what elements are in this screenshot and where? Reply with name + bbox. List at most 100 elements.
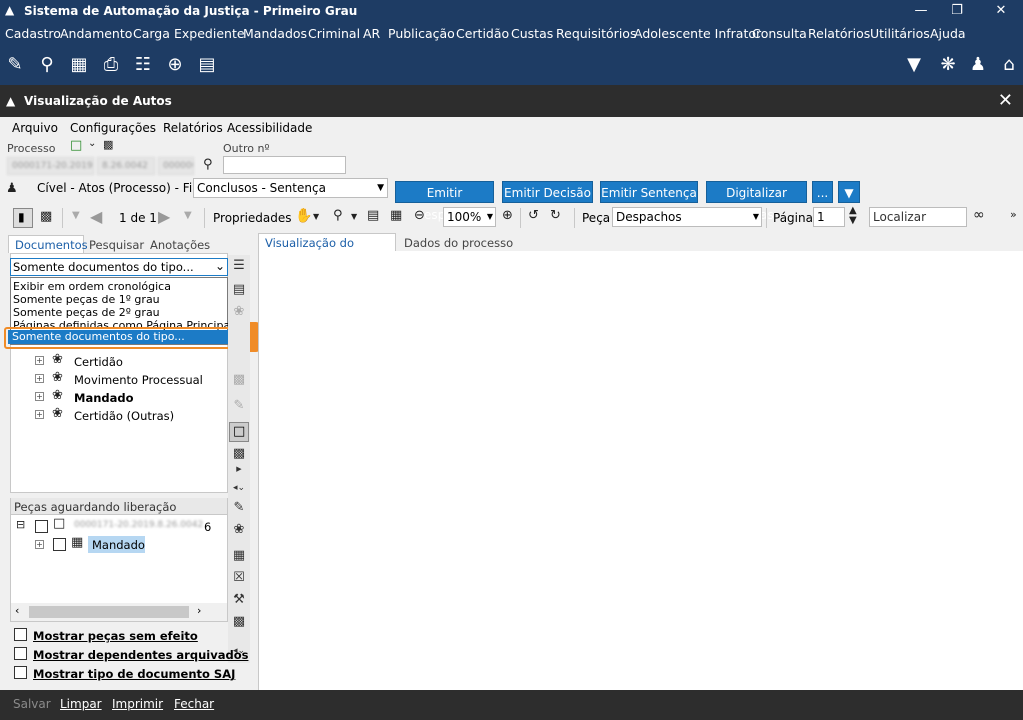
mostrar-sem-efeito-label[interactable]: Mostrar peças sem efeito (33, 629, 198, 643)
filter-option-somente-tipo[interactable]: Somente documentos do tipo... (8, 330, 228, 344)
new-document-icon[interactable]: □ (70, 138, 82, 153)
submenu-relatorios[interactable]: Relatórios (163, 121, 223, 135)
collapse-icon[interactable]: ⊟ (16, 518, 25, 531)
mostrar-arquivados-label[interactable]: Mostrar dependentes arquivados (33, 648, 248, 662)
fechar-button[interactable]: Fechar (174, 697, 214, 711)
gavel-icon[interactable]: ⚒ (230, 592, 248, 610)
expand-icon[interactable]: + (35, 392, 44, 401)
document-filter-select[interactable]: Somente documentos do tipo... ⌄ (10, 258, 228, 276)
tab-pesquisar[interactable]: Pesquisar (89, 238, 144, 252)
submenu-acessibilidade[interactable]: Acessibilidade (227, 121, 312, 135)
menu-criminal[interactable]: Criminal (308, 26, 360, 41)
seal-icon[interactable]: ❀ (230, 304, 248, 322)
tree-item-movimento[interactable]: Movimento Processual (74, 373, 203, 387)
menu-publicacao[interactable]: Publicação (388, 26, 455, 41)
pecas-root-checkbox[interactable] (35, 520, 48, 533)
restore-button[interactable]: ❐ (937, 1, 977, 21)
submenu-configuracoes[interactable]: Configurações (70, 121, 156, 135)
processo-foro-field[interactable]: 8.26.0042 (97, 157, 155, 175)
zoom-icon[interactable]: ⚲ (333, 208, 343, 223)
limpar-button[interactable]: Limpar (60, 697, 102, 711)
find-binoculars-icon[interactable]: ∞ (973, 207, 985, 223)
tree-item-certidao[interactable]: Certidão (74, 355, 123, 369)
calendar-icon[interactable]: ▦ (67, 53, 91, 77)
menu-utilitarios[interactable]: Utilitários (870, 26, 930, 41)
users-icon[interactable]: ♟ (966, 53, 990, 77)
menu-andamento[interactable]: Andamento (60, 26, 132, 41)
menu-relatorios[interactable]: Relatórios (808, 26, 870, 41)
edit-icon[interactable]: ✎ (3, 53, 27, 77)
scroll-right-icon[interactable]: › (197, 604, 201, 617)
zoom-in-icon[interactable]: ⊕ (502, 208, 513, 223)
document-viewer[interactable] (258, 251, 1023, 690)
menu-requisitorios[interactable]: Requisitórios (556, 26, 636, 41)
tree-item-certidao-outras[interactable]: Certidão (Outras) (74, 409, 174, 423)
imprimir-button[interactable]: Imprimir (112, 697, 163, 711)
menu-ar[interactable]: AR (363, 26, 380, 41)
filter-option-1grau[interactable]: Somente peças de 1º grau (13, 293, 160, 306)
zoom-out-icon[interactable]: ⊖ (414, 208, 425, 223)
digitalizar-pecas-button[interactable]: Digitalizar Peças (706, 181, 807, 222)
rotate-right-icon[interactable]: ↻ (550, 208, 561, 223)
overflow-chevron-icon[interactable]: » (1010, 208, 1017, 221)
first-page-icon[interactable]: ▼ (72, 210, 80, 221)
inbox-icon[interactable]: ▤ (195, 53, 219, 77)
outro-numero-input[interactable] (223, 156, 346, 174)
menu-mandados[interactable]: Mandados (243, 26, 307, 41)
tree-view-icon[interactable]: ☰ (230, 258, 248, 276)
copy-icon[interactable]: ▩ (230, 372, 248, 390)
pagina-stepper-icon[interactable]: ▲ ▼ (849, 206, 857, 226)
document-link-icon[interactable]: ▩ (230, 446, 248, 464)
menu-custas[interactable]: Custas (511, 26, 553, 41)
peca-select[interactable]: Despachos ▼ (612, 207, 762, 227)
expand-icon[interactable]: + (35, 374, 44, 383)
search-document-icon[interactable]: ⚲ (35, 53, 59, 77)
tree-item-mandado[interactable]: Mandado (74, 391, 134, 405)
view-mode-double-icon[interactable]: ▩ (40, 209, 52, 224)
printer-icon[interactable]: ⎙ (99, 53, 123, 77)
mostrar-arquivados-checkbox[interactable] (14, 647, 27, 660)
tab-anotacoes[interactable]: Anotações (150, 238, 210, 252)
chevron-down-icon[interactable]: ▼ (313, 212, 319, 221)
processo-number-field[interactable]: 0000171-20.2019 (7, 157, 94, 175)
tab-dados-processo[interactable]: Dados do processo (404, 236, 513, 250)
pecas-root-number[interactable]: 0000171-20.2019.8.26.0042 (70, 518, 204, 532)
pecas-child-mandado[interactable]: Mandado (92, 538, 145, 552)
fit-page-icon[interactable]: ▦ (390, 208, 402, 223)
pan-hand-icon[interactable]: ✋ (295, 208, 312, 224)
pecas-child-checkbox[interactable] (53, 538, 66, 551)
expand-icon[interactable]: + (35, 410, 44, 419)
menu-certidao[interactable]: Certidão (456, 26, 509, 41)
dropdown-arrow-icon[interactable]: ▼ (902, 53, 926, 77)
localizar-input[interactable]: Localizar (869, 207, 967, 227)
fila-select[interactable]: Conclusos - Sentença ▼ (193, 178, 388, 198)
expand-icon[interactable]: + (35, 356, 44, 365)
pagina-input[interactable]: 1 (813, 207, 845, 227)
home-icon[interactable]: ⌂ (997, 53, 1021, 77)
search-icon[interactable]: ⚲ (203, 157, 213, 172)
remove-document-icon[interactable]: ☒ (230, 570, 248, 588)
chevron-down-icon[interactable]: ⌄ (88, 138, 96, 149)
hierarchy-icon[interactable]: ☷ (131, 53, 155, 77)
previous-page-icon[interactable]: ◀ (90, 207, 102, 226)
filter-option-2grau[interactable]: Somente peças de 2º grau (13, 306, 160, 319)
next-page-icon[interactable]: ▶ (158, 207, 170, 226)
duplicate-icon[interactable]: ▩ (230, 614, 248, 632)
mostrar-tipo-saj-label[interactable]: Mostrar tipo de documento SAJ (33, 667, 235, 681)
processo-suffix-field[interactable]: 000000 (158, 157, 194, 175)
delete-icon[interactable]: ▦ (230, 548, 248, 566)
expand-icon[interactable]: + (35, 540, 44, 549)
list-view-icon[interactable]: ▤ (230, 282, 248, 300)
minimize-button[interactable]: — (901, 1, 941, 21)
tab-visualizacao-processo[interactable]: Visualização do Processo (258, 233, 396, 264)
window-close-icon[interactable]: ✕ (998, 90, 1013, 111)
view-mode-single-button[interactable]: ▮ (13, 208, 33, 228)
expand-right-icon[interactable]: ▶ (230, 465, 248, 483)
menu-ajuda[interactable]: Ajuda (930, 26, 966, 41)
menu-adolescente-infrator[interactable]: Adolescente Infrator (634, 26, 761, 41)
menu-expediente[interactable]: Expediente (174, 26, 245, 41)
sign-document-icon[interactable]: ✎ (230, 500, 248, 518)
tab-documentos[interactable]: Documentos (8, 235, 88, 253)
menu-cadastro[interactable]: Cadastro (5, 26, 61, 41)
zoom-select[interactable]: 100% ▼ (443, 207, 496, 227)
